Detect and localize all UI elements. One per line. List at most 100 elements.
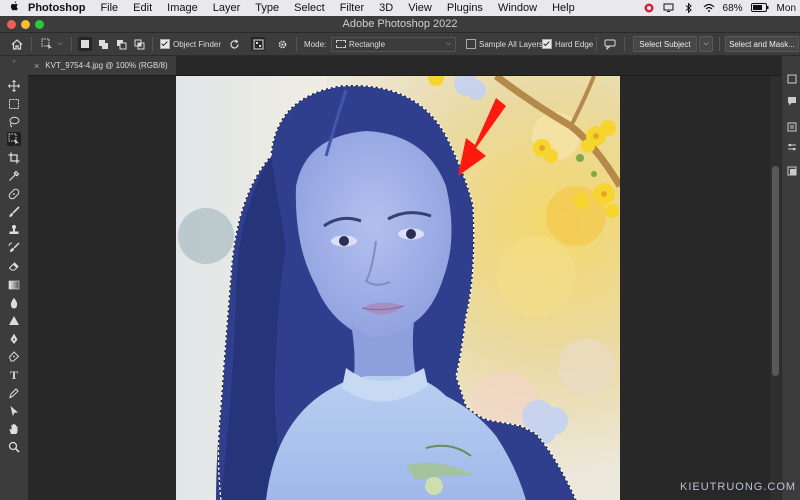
intersect-selection-button[interactable] <box>132 36 146 52</box>
options-separator <box>624 37 625 51</box>
menu-file[interactable]: File <box>100 2 118 14</box>
pen-tool-button[interactable] <box>7 332 21 346</box>
show-all-objects-button[interactable] <box>251 36 265 52</box>
tool-preset-picker[interactable]: ⌵ <box>40 36 62 52</box>
menu-image[interactable]: Image <box>167 2 198 14</box>
zoom-tool-button[interactable] <box>7 440 21 454</box>
battery-icon[interactable] <box>750 3 769 13</box>
menu-view[interactable]: View <box>408 2 432 14</box>
hand-tool-button[interactable] <box>7 422 21 436</box>
pen-tool-button-2[interactable] <box>7 350 21 364</box>
document-image[interactable] <box>176 76 620 500</box>
document-tab-title: KVT_9754-4.jpg @ 100% (RGB/8) <box>45 61 168 70</box>
mode-dropdown-box[interactable]: Rectangle ⌵ <box>331 36 456 52</box>
history-panel-icon[interactable] <box>786 74 798 86</box>
right-panel-dock <box>781 56 800 500</box>
lasso-icon <box>9 116 20 128</box>
menu-edit[interactable]: Edit <box>133 2 152 14</box>
eraser-icon <box>8 262 19 271</box>
menu-type[interactable]: Type <box>255 2 279 14</box>
move-tool-button[interactable] <box>7 79 21 93</box>
crop-tool-button[interactable] <box>7 151 21 165</box>
eraser-tool-button[interactable] <box>7 259 21 273</box>
select-and-mask-wrap: Select and Mask... <box>725 36 799 52</box>
type-t-icon: T <box>9 367 18 382</box>
select-subject-group: Select Subject ⌵ <box>633 36 713 52</box>
mode-dropdown[interactable]: Rectangle ⌵ <box>331 36 456 52</box>
object-selection-preset-icon <box>40 37 54 51</box>
gradient-tool-button[interactable] <box>7 278 21 292</box>
new-selection-button[interactable] <box>78 36 92 52</box>
adjustments-panel-icon[interactable] <box>786 142 798 154</box>
magnifier-icon <box>8 441 20 453</box>
canvas-area[interactable] <box>29 76 770 500</box>
object-finder-settings-button[interactable] <box>275 36 289 52</box>
home-button[interactable] <box>10 36 24 52</box>
menu-photoshop[interactable]: Photoshop <box>28 2 85 14</box>
history-brush-tool-button[interactable] <box>7 241 21 255</box>
menu-help[interactable]: Help <box>552 2 575 14</box>
creative-cloud-icon[interactable] <box>643 3 655 13</box>
tools-panel: » T <box>0 56 29 500</box>
subtract-from-selection-button[interactable] <box>114 36 128 52</box>
chevron-down-icon: ⌵ <box>703 40 709 47</box>
healing-brush-tool-button[interactable] <box>7 187 21 201</box>
apple-logo-icon[interactable] <box>0 1 28 15</box>
canvas-vertical-scrollbar[interactable] <box>770 76 781 500</box>
document-tab[interactable]: × KVT_9754-4.jpg @ 100% (RGB/8) <box>28 56 176 75</box>
select-subject-options-button[interactable]: ⌵ <box>699 36 713 52</box>
toolbar-collapse-handle[interactable]: » <box>6 59 22 65</box>
pen-icon <box>8 351 20 362</box>
menu-select[interactable]: Select <box>294 2 325 14</box>
brush-tool-button[interactable] <box>7 205 21 219</box>
scrollbar-thumb[interactable] <box>772 166 779 376</box>
select-subject-button[interactable]: Select Subject <box>633 36 697 52</box>
gear-icon <box>275 37 289 51</box>
comments-panel-icon[interactable] <box>786 96 798 108</box>
macos-menubar: Photoshop File Edit Image Layer Type Sel… <box>0 0 800 16</box>
menu-plugins[interactable]: Plugins <box>447 2 483 14</box>
dodge-tool-button[interactable] <box>7 314 21 328</box>
properties-panel-icon[interactable] <box>786 122 798 134</box>
sample-all-layers-label: Sample All Layers <box>479 39 544 49</box>
type-tool-button[interactable]: T <box>7 368 21 382</box>
hard-edge-checkbox[interactable]: Hard Edge <box>542 36 593 52</box>
eyedropper-icon <box>9 170 20 181</box>
menu-3d[interactable]: 3D <box>379 2 393 14</box>
checkbox-checked-icon <box>160 39 170 49</box>
add-to-selection-button[interactable] <box>96 36 110 52</box>
fountain-pen-icon <box>9 388 19 399</box>
close-tab-icon[interactable]: × <box>34 61 39 71</box>
menu-window[interactable]: Window <box>498 2 537 14</box>
clone-stamp-tool-button[interactable] <box>7 223 21 237</box>
options-separator <box>296 37 297 51</box>
wifi-icon[interactable] <box>703 3 715 13</box>
lasso-tool-button[interactable] <box>7 115 21 129</box>
object-finder-checkbox[interactable]: Object Finder <box>160 36 221 52</box>
path-selection-tool-button[interactable] <box>7 404 21 418</box>
options-separator <box>31 37 32 51</box>
brush-icon <box>9 206 20 217</box>
layers-panel-icon[interactable] <box>786 166 798 178</box>
refresh-object-finder-button[interactable] <box>227 36 241 52</box>
sample-all-layers-checkbox[interactable]: Sample All Layers <box>466 36 543 52</box>
display-icon[interactable] <box>663 3 675 13</box>
bluetooth-icon[interactable] <box>683 2 695 14</box>
menu-layer[interactable]: Layer <box>213 2 241 14</box>
menubar-clock[interactable]: Mon <box>777 3 796 14</box>
history-brush-icon <box>8 242 20 252</box>
rectangular-marquee-icon <box>9 99 19 109</box>
enhance-edge-button[interactable] <box>603 36 617 52</box>
dodge-icon <box>9 316 19 325</box>
menu-filter[interactable]: Filter <box>340 2 364 14</box>
select-and-mask-button[interactable]: Select and Mask... <box>725 36 799 52</box>
portrait-photo <box>176 76 620 500</box>
document-tabbar: × KVT_9754-4.jpg @ 100% (RGB/8) <box>28 56 780 76</box>
options-separator <box>719 37 720 51</box>
hard-edge-label: Hard Edge <box>555 39 594 49</box>
object-selection-tool-button[interactable] <box>7 132 21 146</box>
blur-tool-button[interactable] <box>7 296 21 310</box>
marquee-tool-button[interactable] <box>7 97 21 111</box>
eyedropper-tool-button[interactable] <box>7 169 21 183</box>
pen-path-tool-button[interactable] <box>7 386 21 400</box>
